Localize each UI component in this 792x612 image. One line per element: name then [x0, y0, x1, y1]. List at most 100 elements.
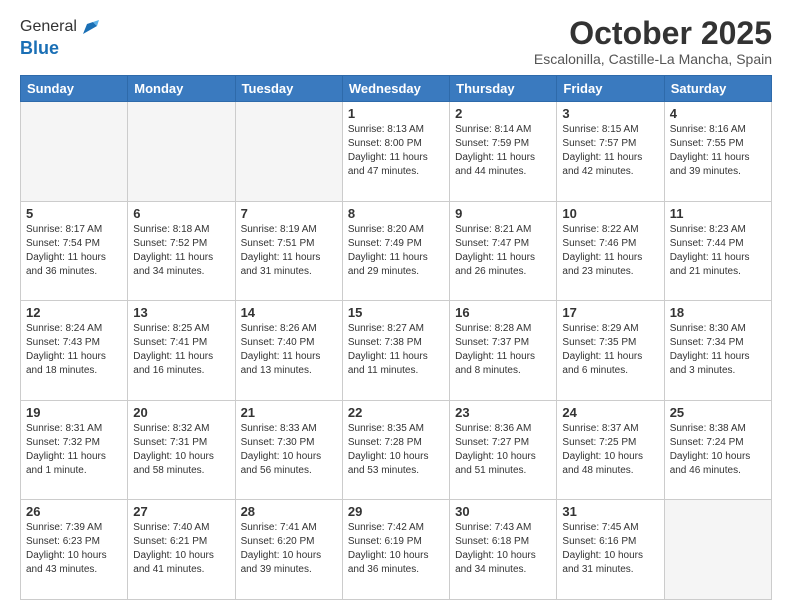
day-info: Sunrise: 7:39 AM Sunset: 6:23 PM Dayligh…: [26, 521, 122, 577]
calendar-cell: 18 Sunrise: 8:30 AM Sunset: 7:34 PM Dayli…: [664, 301, 771, 401]
calendar-cell: [21, 102, 128, 202]
calendar-cell: 10Sunrise: 8:22 AM Sunset: 7:46 PM Dayli…: [557, 201, 664, 301]
day-number: 11: [670, 206, 766, 221]
day-info: Sunrise: 8:31 AM Sunset: 7:32 PM Dayligh…: [26, 422, 122, 478]
week-row-3: 12 Sunrise: 8:24 AM Sunset: 7:43 PM Dayli…: [21, 301, 772, 401]
day-info: Sunrise: 8:15 AM Sunset: 7:57 PM Dayligh…: [562, 123, 658, 179]
calendar-cell: 19 Sunrise: 8:31 AM Sunset: 7:32 PM Dayli…: [21, 400, 128, 500]
day-info: Sunrise: 8:17 AM Sunset: 7:54 PM Dayligh…: [26, 223, 122, 279]
day-number: 17: [562, 305, 658, 320]
day-info: Sunrise: 8:26 AM Sunset: 7:40 PM Dayligh…: [241, 322, 337, 378]
day-info: Sunrise: 8:16 AM Sunset: 7:55 PM Dayligh…: [670, 123, 766, 179]
day-info: Sunrise: 7:42 AM Sunset: 6:19 PM Dayligh…: [348, 521, 444, 577]
day-info: Sunrise: 8:18 AM Sunset: 7:52 PM Dayligh…: [133, 223, 229, 279]
day-info: Sunrise: 8:36 AM Sunset: 7:27 PM Dayligh…: [455, 422, 551, 478]
day-number: 5: [26, 206, 122, 221]
day-number: 19: [26, 405, 122, 420]
day-info: Sunrise: 8:14 AM Sunset: 7:59 PM Dayligh…: [455, 123, 551, 179]
calendar-cell: 20Sunrise: 8:32 AM Sunset: 7:31 PM Dayli…: [128, 400, 235, 500]
day-number: 18: [670, 305, 766, 320]
calendar-cell: 2 Sunrise: 8:14 AM Sunset: 7:59 PM Daylig…: [450, 102, 557, 202]
week-row-1: 1 Sunrise: 8:13 AM Sunset: 8:00 PM Daylig…: [21, 102, 772, 202]
day-info: Sunrise: 8:19 AM Sunset: 7:51 PM Dayligh…: [241, 223, 337, 279]
col-monday: Monday: [128, 76, 235, 102]
day-info: Sunrise: 8:28 AM Sunset: 7:37 PM Dayligh…: [455, 322, 551, 378]
day-info: Sunrise: 8:30 AM Sunset: 7:34 PM Dayligh…: [670, 322, 766, 378]
calendar-cell: 13 Sunrise: 8:25 AM Sunset: 7:41 PM Dayli…: [128, 301, 235, 401]
day-number: 26: [26, 504, 122, 519]
day-info: Sunrise: 8:13 AM Sunset: 8:00 PM Dayligh…: [348, 123, 444, 179]
calendar-cell: 16 Sunrise: 8:28 AM Sunset: 7:37 PM Dayli…: [450, 301, 557, 401]
day-number: 14: [241, 305, 337, 320]
day-number: 3: [562, 106, 658, 121]
day-info: Sunrise: 7:45 AM Sunset: 6:16 PM Dayligh…: [562, 521, 658, 577]
day-number: 24: [562, 405, 658, 420]
calendar-cell: 30 Sunrise: 7:43 AM Sunset: 6:18 PM Dayli…: [450, 500, 557, 600]
day-number: 20: [133, 405, 229, 420]
header: General Blue October 2025 Escalonilla, C…: [20, 16, 772, 67]
day-number: 12: [26, 305, 122, 320]
month-title: October 2025: [534, 16, 772, 51]
day-number: 2: [455, 106, 551, 121]
week-row-2: 5 Sunrise: 8:17 AM Sunset: 7:54 PM Daylig…: [21, 201, 772, 301]
day-number: 28: [241, 504, 337, 519]
logo-blue-text: Blue: [20, 38, 59, 58]
col-saturday: Saturday: [664, 76, 771, 102]
day-info: Sunrise: 8:24 AM Sunset: 7:43 PM Dayligh…: [26, 322, 122, 378]
calendar-cell: 26 Sunrise: 7:39 AM Sunset: 6:23 PM Dayli…: [21, 500, 128, 600]
day-info: Sunrise: 8:22 AM Sunset: 7:46 PM Dayligh…: [562, 223, 658, 279]
calendar-cell: [664, 500, 771, 600]
logo: General Blue: [20, 16, 101, 59]
week-row-5: 26 Sunrise: 7:39 AM Sunset: 6:23 PM Dayli…: [21, 500, 772, 600]
day-number: 1: [348, 106, 444, 121]
col-wednesday: Wednesday: [342, 76, 449, 102]
day-info: Sunrise: 7:41 AM Sunset: 6:20 PM Dayligh…: [241, 521, 337, 577]
day-number: 7: [241, 206, 337, 221]
location-subtitle: Escalonilla, Castille-La Mancha, Spain: [534, 51, 772, 67]
day-number: 16: [455, 305, 551, 320]
calendar-cell: 31 Sunrise: 7:45 AM Sunset: 6:16 PM Dayli…: [557, 500, 664, 600]
day-info: Sunrise: 8:21 AM Sunset: 7:47 PM Dayligh…: [455, 223, 551, 279]
calendar-cell: 29 Sunrise: 7:42 AM Sunset: 6:19 PM Dayli…: [342, 500, 449, 600]
week-row-4: 19 Sunrise: 8:31 AM Sunset: 7:32 PM Dayli…: [21, 400, 772, 500]
calendar-cell: 14 Sunrise: 8:26 AM Sunset: 7:40 PM Dayli…: [235, 301, 342, 401]
day-number: 30: [455, 504, 551, 519]
calendar-cell: 12 Sunrise: 8:24 AM Sunset: 7:43 PM Dayli…: [21, 301, 128, 401]
day-number: 22: [348, 405, 444, 420]
day-info: Sunrise: 8:25 AM Sunset: 7:41 PM Dayligh…: [133, 322, 229, 378]
calendar-cell: 22 Sunrise: 8:35 AM Sunset: 7:28 PM Dayli…: [342, 400, 449, 500]
day-number: 31: [562, 504, 658, 519]
day-info: Sunrise: 7:40 AM Sunset: 6:21 PM Dayligh…: [133, 521, 229, 577]
calendar-cell: 15Sunrise: 8:27 AM Sunset: 7:38 PM Dayli…: [342, 301, 449, 401]
day-number: 15: [348, 305, 444, 320]
col-friday: Friday: [557, 76, 664, 102]
day-number: 6: [133, 206, 229, 221]
calendar-cell: 6 Sunrise: 8:18 AM Sunset: 7:52 PM Daylig…: [128, 201, 235, 301]
logo-general-text: General: [20, 18, 77, 36]
day-number: 27: [133, 504, 229, 519]
col-tuesday: Tuesday: [235, 76, 342, 102]
calendar-table: Sunday Monday Tuesday Wednesday Thursday…: [20, 75, 772, 600]
day-info: Sunrise: 8:20 AM Sunset: 7:49 PM Dayligh…: [348, 223, 444, 279]
calendar-cell: [235, 102, 342, 202]
calendar-cell: 3 Sunrise: 8:15 AM Sunset: 7:57 PM Daylig…: [557, 102, 664, 202]
day-info: Sunrise: 8:37 AM Sunset: 7:25 PM Dayligh…: [562, 422, 658, 478]
day-number: 23: [455, 405, 551, 420]
calendar-cell: 4Sunrise: 8:16 AM Sunset: 7:55 PM Daylig…: [664, 102, 771, 202]
calendar-cell: 24 Sunrise: 8:37 AM Sunset: 7:25 PM Dayli…: [557, 400, 664, 500]
col-thursday: Thursday: [450, 76, 557, 102]
header-row: Sunday Monday Tuesday Wednesday Thursday…: [21, 76, 772, 102]
calendar-cell: 7 Sunrise: 8:19 AM Sunset: 7:51 PM Daylig…: [235, 201, 342, 301]
calendar-cell: 27 Sunrise: 7:40 AM Sunset: 6:21 PM Dayli…: [128, 500, 235, 600]
day-number: 29: [348, 504, 444, 519]
day-info: Sunrise: 8:38 AM Sunset: 7:24 PM Dayligh…: [670, 422, 766, 478]
calendar-cell: 11Sunrise: 8:23 AM Sunset: 7:44 PM Dayli…: [664, 201, 771, 301]
day-info: Sunrise: 7:43 AM Sunset: 6:18 PM Dayligh…: [455, 521, 551, 577]
day-number: 13: [133, 305, 229, 320]
day-info: Sunrise: 8:33 AM Sunset: 7:30 PM Dayligh…: [241, 422, 337, 478]
day-info: Sunrise: 8:29 AM Sunset: 7:35 PM Dayligh…: [562, 322, 658, 378]
title-block: October 2025 Escalonilla, Castille-La Ma…: [534, 16, 772, 67]
day-info: Sunrise: 8:35 AM Sunset: 7:28 PM Dayligh…: [348, 422, 444, 478]
calendar-cell: [128, 102, 235, 202]
calendar-cell: 8Sunrise: 8:20 AM Sunset: 7:49 PM Daylig…: [342, 201, 449, 301]
